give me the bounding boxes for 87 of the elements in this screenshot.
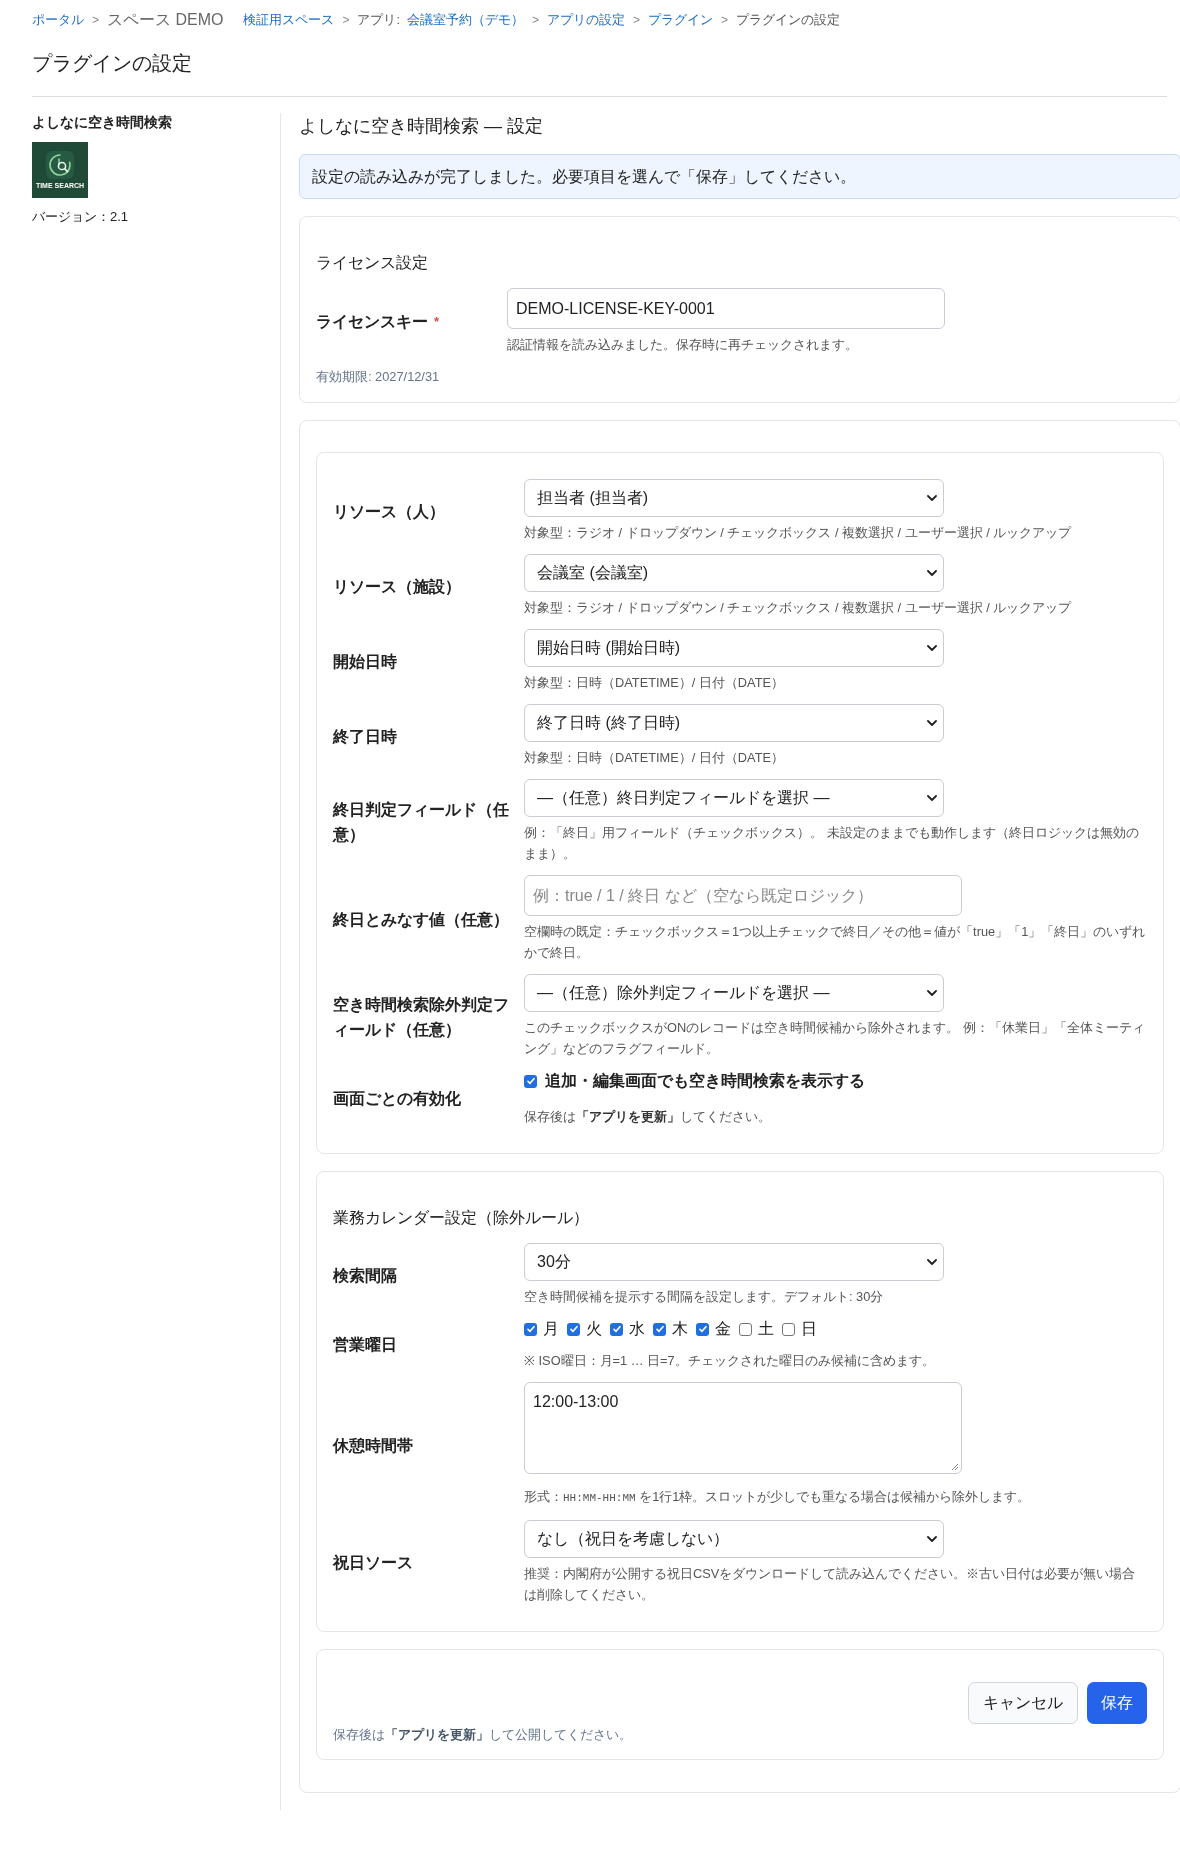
field-label: 終了日時 [333,726,398,747]
weekday-label[interactable]: 日 [801,1317,817,1341]
breadcrumb-link[interactable]: 検証用スペース [243,10,335,30]
help-text: 対象型：日時（DATETIME）/ 日付（DATE） [524,749,786,767]
help-text: ※ ISO曜日：月=1 … 日=7。チェックされた曜日のみ候補に含めます。 [524,1352,936,1370]
checkbox[interactable] [524,1074,537,1088]
weekday-label[interactable]: 月 [543,1317,559,1341]
field-label: 検索間隔 [333,1265,398,1286]
dropdown[interactable]: 会議室 (会議室) [524,554,944,592]
breadcrumb-separator: > [532,12,540,29]
breadcrumb-separator: > [721,12,729,29]
breadcrumb-separator: > [633,12,641,29]
checkbox[interactable] [567,1322,580,1336]
help-text: 空き時間候補を提示する間隔を設定します。デフォルト: 30分 [524,1288,885,1306]
field-label: 祝日ソース [333,1553,414,1573]
breadcrumb-text: プラグインの設定 [736,11,841,30]
save-button[interactable]: 保存 [1087,1682,1147,1724]
chevron-down-icon [927,570,937,576]
settings-title: よしなに空き時間検索 — 設定 [299,115,544,138]
breadcrumb-link[interactable]: 会議室予約（デモ） [407,10,525,30]
breadcrumb-separator: > [342,12,350,29]
field-label: リソース（人） [333,501,446,522]
weekday-label[interactable]: 木 [672,1317,688,1341]
weekday-label[interactable]: 金 [715,1317,731,1341]
field-label: 終日とみなす値（任意） [333,909,510,931]
resize-handle-icon[interactable] [951,1463,959,1471]
chevron-down-icon [927,645,937,651]
weekday-label[interactable]: 水 [629,1317,645,1341]
help-text: 保存後は「アプリを更新」してください。 [524,1108,772,1126]
text-input[interactable]: DEMO-LICENSE-KEY-0001 [507,288,945,329]
checkbox[interactable] [696,1322,709,1336]
dropdown[interactable]: —（任意）除外判定フィールドを選択 — [524,974,944,1012]
weekday-label[interactable]: 火 [586,1317,602,1341]
help-text: 形式：HH:MM-HH:MM を1行1枠。スロットが少しでも重なる場合は候補から除外します。 [524,1488,1032,1506]
breadcrumb-link[interactable]: アプリの設定 [547,10,626,30]
notice-banner: 設定の読み込みが完了しました。必要項目を選んで「保存」してください。 [299,154,1180,199]
help-text: 対象型：日時（DATETIME）/ 日付（DATE） [524,674,786,692]
checkbox[interactable] [739,1322,752,1336]
field-label: ライセンスキー * [316,312,441,332]
plugin-name: よしなに空き時間検索 [32,113,173,131]
checkbox-label[interactable]: 追加・編集画面でも空き時間検索を表示する [545,1069,865,1093]
dropdown[interactable]: なし（祝日を考慮しない） [524,1520,944,1558]
help-text: 認証情報を読み込みました。保存時に再チェックされます。 [507,336,859,354]
field-label: 終日判定フィールド（任意） [333,799,510,845]
dropdown[interactable]: 30分 [524,1243,944,1281]
footer-note: 保存後は「アプリを更新」して公開してください。 [333,1726,633,1744]
help-text: 対象型：ラジオ / ドロップダウン / チェックボックス / 複数選択 / ユーザー選択 / ルックアップ [524,524,1073,542]
card-heading: 業務カレンダー設定（除外ルール） [333,1208,590,1228]
dropdown[interactable]: 担当者 (担当者) [524,479,944,517]
text-input[interactable]: 例：true / 1 / 終日 など（空なら既定ロジック） [524,875,962,916]
weekday-label[interactable]: 土 [758,1317,774,1341]
version-text: バージョン：2.1 [32,208,130,226]
help-text: 推奨：内閣府が公開する祝日CSVをダウンロードして読み込んでください。※古い日付は必要が無い場合は削除してください。 [524,1565,1137,1604]
help-text: このチェックボックスがONのレコードは空き時間候補から除外されます。 例：「休業日」「全体ミーティング」などのフラグフィールド。 [524,1019,1146,1058]
chevron-down-icon [927,720,937,726]
expiry-text: 有効期限: 2027/12/31 [316,368,441,386]
breadcrumb-link[interactable]: ポータル [32,10,84,30]
dropdown[interactable]: 終了日時 (終了日時) [524,704,944,742]
dropdown[interactable]: —（任意）終日判定フィールドを選択 — [524,779,944,817]
chevron-down-icon [927,795,937,801]
clock-magnifier-icon [46,150,74,179]
chevron-down-icon [927,990,937,996]
page-title: プラグインの設定 [32,51,193,76]
checkbox[interactable] [610,1322,623,1336]
cancel-button[interactable]: キャンセル [968,1682,1078,1724]
help-text: 空欄時の既定：チェックボックス＝1つ以上チェックで終日／その他＝値が「true」「1」「終日」のいずれかで終日。 [524,923,1147,962]
dropdown[interactable]: 開始日時 (開始日時) [524,629,944,667]
help-text: 対象型：ラジオ / ドロップダウン / チェックボックス / 複数選択 / ユーザー選択 / ルックアップ [524,599,1073,617]
chevron-down-icon [927,1259,937,1265]
checkbox[interactable] [782,1322,795,1336]
field-label: 開始日時 [333,651,398,672]
checkbox[interactable] [524,1322,537,1336]
field-label: リソース（施設） [333,576,462,597]
breadcrumb-link[interactable]: プラグイン [648,10,714,30]
field-label: 画面ごとの有効化 [333,1089,462,1109]
textarea-field[interactable]: 12:00-13:00 [524,1382,962,1474]
breadcrumb-separator: > [92,12,99,29]
chevron-down-icon [927,1536,937,1542]
checkbox[interactable] [653,1322,666,1336]
chevron-down-icon [927,495,937,501]
field-label: 休憩時間帯 [333,1436,414,1456]
help-text: 例：「終日」用フィールド（チェックボックス）。 未設定のままでも動作します（終日ロジックは無効のまま）。 [524,824,1140,863]
field-label: 空き時間検索除外判定フィールド（任意） [333,994,510,1040]
field-label: 営業曜日 [333,1335,398,1355]
card-heading: ライセンス設定 [316,253,429,273]
breadcrumb-text: スペース DEMO [107,10,224,30]
breadcrumb-text: アプリ: [357,11,401,30]
